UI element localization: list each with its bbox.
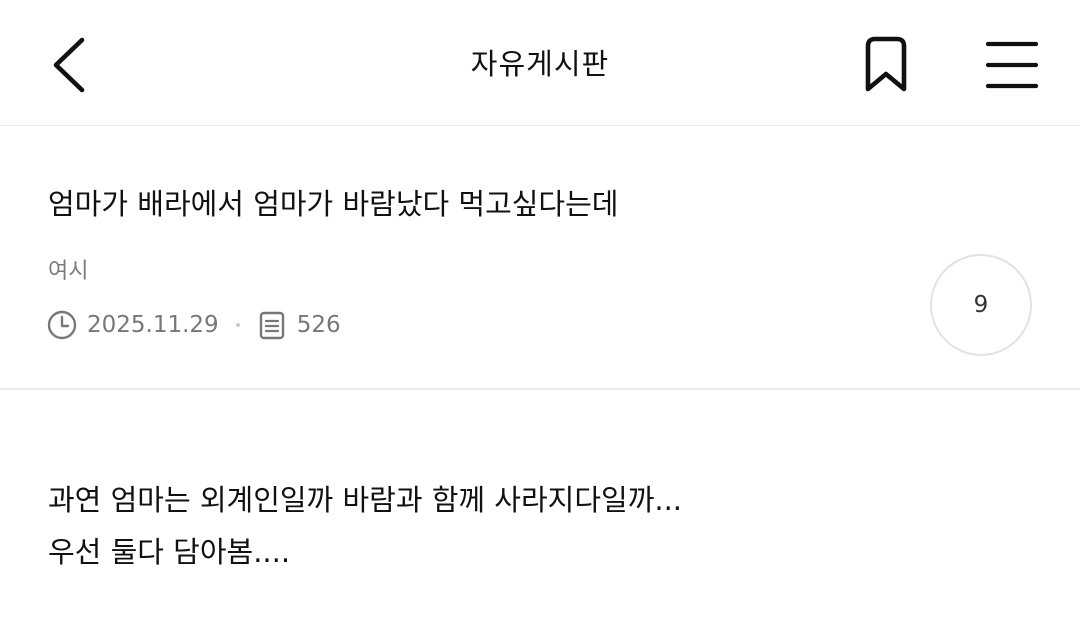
post-title: 엄마가 배라에서 엄마가 바람났다 먹고싶다는데 [48,187,619,221]
chevron-left-icon [53,37,85,93]
post-page: 자유게시판 엄마가 배라에서 엄마가 바람났다 먹고싶다는데 여시 2025.1… [0,0,1080,629]
comment-count-button[interactable]: 9 [930,254,1032,356]
bookmark-icon [865,36,907,92]
hamburger-menu-icon [985,41,1039,89]
top-header: 자유게시판 [0,0,1080,126]
post-content: 과연 엄마는 외계인일까 바람과 함께 사라지다일까... 우선 둘다 담아봄.… [48,474,1038,578]
menu-button[interactable] [976,26,1048,104]
post-date: 2025.11.29 [87,312,219,338]
bookmark-button[interactable] [850,26,922,104]
view-count: 526 [296,312,341,338]
page-title: 자유게시판 [470,47,610,81]
post-body-line: 우선 둘다 담아봄.... [48,535,291,569]
post-meta: 2025.11.29 526 [46,303,341,347]
post-author: 여시 [48,259,89,284]
views-icon [256,309,288,341]
meta-separator [235,323,240,327]
post-header-item[interactable]: 엄마가 배라에서 엄마가 바람났다 먹고싶다는데 여시 2025.11.29 5… [0,127,1080,390]
post-body-line: 과연 엄마는 외계인일까 바람과 함께 사라지다일까... [48,483,683,517]
clock-icon [46,309,78,341]
back-button[interactable] [36,26,100,104]
